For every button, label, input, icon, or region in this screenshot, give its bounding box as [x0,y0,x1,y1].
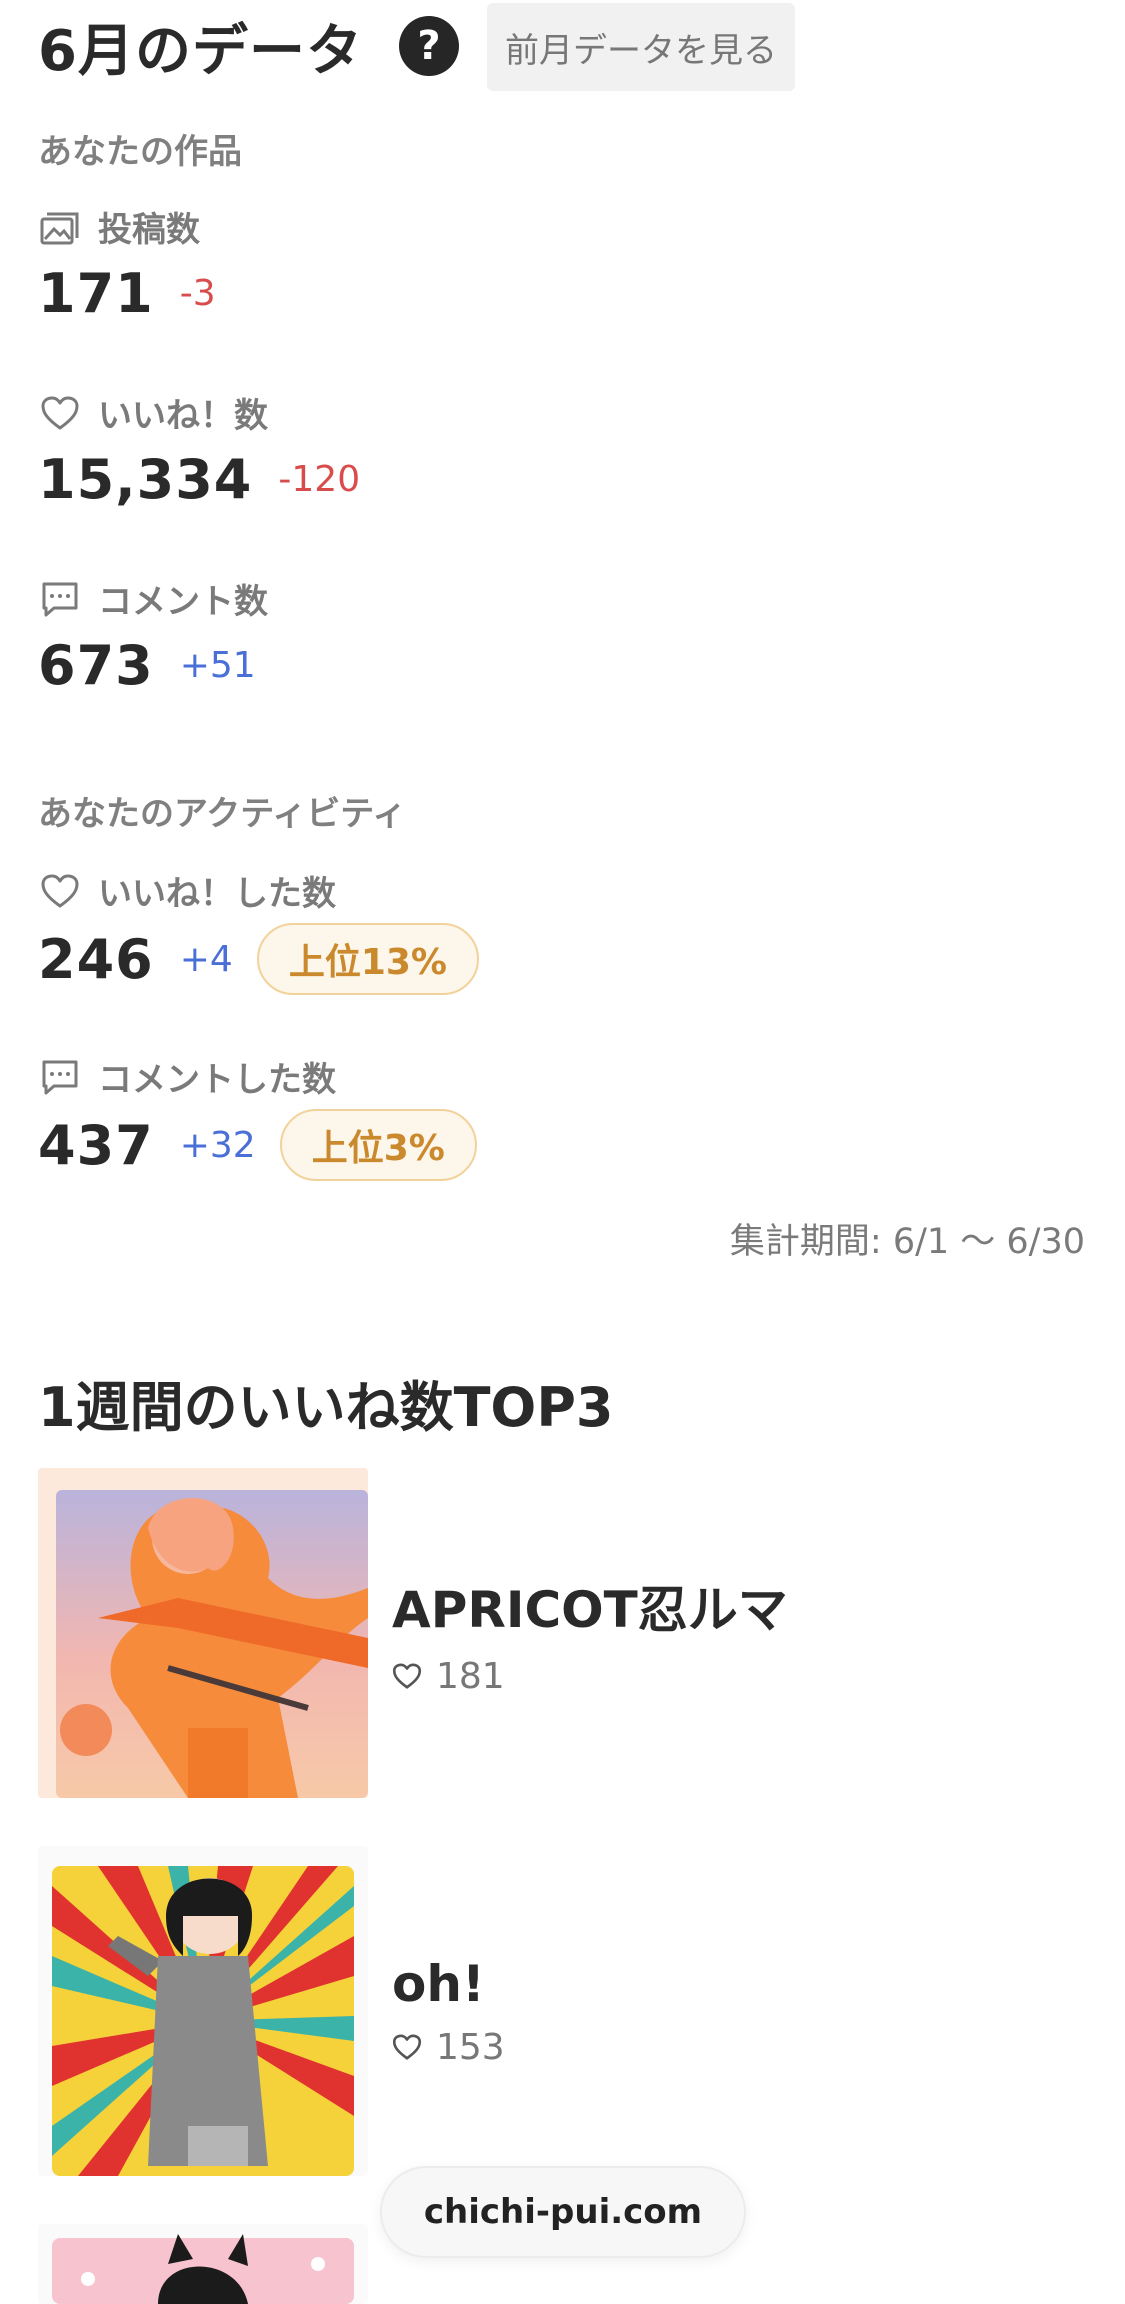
site-url-pill[interactable]: chichi-pui.com [380,2166,746,2258]
metric-value: 15,334 [38,448,253,511]
metric-row-likes-given: 246 +4 上位13% [38,923,479,995]
work-info: oh! 153 [392,1955,505,2068]
metric-label-comments-given: コメントした数 [38,1052,336,1101]
metric-label-text: 投稿数 [98,210,200,250]
work-likes: 181 [392,1656,788,1697]
heart-icon [38,871,82,911]
top3-item[interactable] [38,2224,368,2304]
activity-section-label: あなたのアクティビティ [38,794,407,834]
metric-row-comments: 673 +51 [38,634,256,697]
metric-delta: +4 [179,938,233,980]
metric-label-posts: 投稿数 [38,202,200,251]
metric-label-likes-given: いいね！した数 [38,866,336,915]
like-count: 153 [436,2026,505,2068]
metric-value: 246 [38,927,154,991]
monthly-data-page: 6月のデータ ? 前月データを見る あなたの作品 投稿数 171 -3 いいね！… [0,0,1125,2304]
header: 6月のデータ ? 前月データを見る [38,0,795,92]
top3-item[interactable]: APRICOT忍ルマ 181 [38,1468,788,1798]
metric-delta: +51 [179,645,256,686]
aggregation-period: 集計期間: 6/1 〜 6/30 [729,1222,1085,1262]
metric-delta: -120 [278,459,361,500]
metric-delta: +32 [179,1124,256,1166]
work-title[interactable]: APRICOT忍ルマ [392,1570,788,1642]
metric-label-text: いいね！した数 [98,874,336,914]
metric-value: 171 [38,262,154,325]
work-thumbnail[interactable] [38,2224,368,2304]
work-thumbnail[interactable] [38,1846,368,2176]
top3-item[interactable]: oh! 153 [38,1846,505,2176]
metric-delta: -3 [179,273,216,314]
metric-label-text: いいね！数 [98,396,268,436]
work-likes: 153 [392,2027,505,2068]
like-count: 181 [436,1655,505,1697]
metric-row-comments-given: 437 +32 上位3% [38,1109,477,1181]
metric-label-likes: いいね！数 [38,388,268,437]
metric-value: 673 [38,634,154,697]
previous-month-button[interactable]: 前月データを見る [486,3,795,91]
rank-badge: 上位3% [279,1109,477,1181]
works-section-label: あなたの作品 [38,132,242,172]
heart-icon [38,393,82,433]
metric-row-posts: 171 -3 [38,262,216,325]
metric-label-comments: コメント数 [38,574,268,623]
question-icon[interactable]: ? [398,16,459,76]
work-title[interactable]: oh! [392,1955,505,2013]
metric-label-text: コメント数 [98,582,268,622]
heart-icon [392,2033,422,2061]
metric-row-likes: 15,334 -120 [38,448,360,511]
work-thumbnail[interactable] [38,1468,368,1798]
heart-icon [392,1662,422,1690]
comment-icon [38,1057,82,1097]
comment-icon [38,579,82,619]
top3-title: 1週間のいいね数TOP3 [38,1376,614,1439]
page-title: 6月のデータ [38,18,363,84]
gallery-icon [38,207,82,247]
work-info: APRICOT忍ルマ 181 [392,1570,788,1697]
rank-badge: 上位13% [256,923,479,995]
metric-label-text: コメントした数 [98,1060,336,1100]
metric-value: 437 [38,1113,154,1177]
